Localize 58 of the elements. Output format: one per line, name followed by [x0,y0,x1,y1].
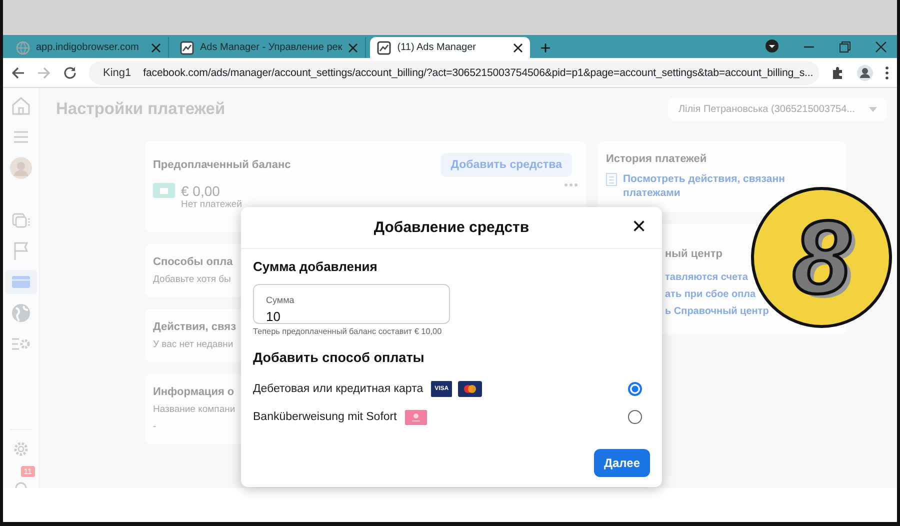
balance-amount: € 0,00 [181,183,221,199]
dialog-title: Добавление средств [374,219,530,236]
option-label: Banküberweisung mit Sofort [253,411,397,423]
app-icon [180,40,194,54]
section-heading: Сумма добавления [253,259,378,274]
bell-icon [14,480,28,488]
account-dropdown[interactable]: Лілія Петрановська (3065215003754... [668,98,887,121]
field-label: Сумма [266,295,294,305]
card-title: Действия, связ [153,321,236,333]
radio-button[interactable] [628,410,642,424]
notification-badge: 11 [20,466,35,477]
helper-text: Теперь предоплаченный баланс составит € 10,00 [253,327,443,336]
card-title: ный центр [665,248,722,260]
balance-note: Нет платежей [181,199,242,210]
card-title: История платежей [606,153,707,165]
section-heading: Добавить способ оплаты [253,350,426,365]
address-bar[interactable]: King1 facebook.com/ads/manager/account_settings/account_billing/?act=3065215003754506&pid=p1&page=account_settings&tab=account_billing_s... [89,60,819,84]
home-icon [10,95,32,117]
card-text: Добавьте хотя бы [153,274,231,285]
dropdown-icon[interactable] [765,39,779,53]
card-text: Название компани [153,404,236,415]
restore-icon[interactable] [839,41,851,53]
browser-tab[interactable]: (11) Ads Manager [370,37,530,58]
profile-label: King1 [103,66,132,78]
app-icon [377,40,392,54]
kebab-menu-icon[interactable] [885,66,889,80]
puzzle-icon[interactable] [831,66,845,80]
close-button[interactable]: × [630,215,648,239]
help-link[interactable]: тавляются счета [665,269,748,286]
globe-icon [10,302,32,324]
help-link[interactable]: ь Справочный центр [665,303,769,320]
settings-icon [12,440,30,458]
card-text: - [153,421,156,432]
help-link[interactable]: ать при сбое опла [665,286,756,304]
next-button[interactable]: Далее [594,449,650,477]
reload-icon[interactable] [63,66,77,80]
close-icon[interactable] [513,42,524,52]
card-text: У вас нет недавни [153,339,234,350]
card-title: Информация о [153,386,234,398]
history-link[interactable]: платежами [623,186,680,200]
card-title: Способы опла [153,256,233,268]
option-label: Дебетовая или кредитная карта [253,383,424,395]
radio-button[interactable] [628,382,642,396]
caret-icon [869,107,877,112]
amount-input[interactable]: 10 [266,309,437,324]
back-icon[interactable] [11,66,25,80]
sofort-logo [404,410,427,424]
card-title: Предоплаченный баланс [153,159,291,171]
avatar-icon [10,157,32,179]
amount-field[interactable]: Сумма 10 [253,284,450,324]
url-text: facebook.com/ads/manager/account_settings/account_billing/?act=3065215003754506&pid=p1&page=account_settings&tab=account_billing_s... [143,66,814,78]
history-link[interactable]: Посмотреть действия, связанн [623,173,785,187]
mastercard-logo [458,381,482,397]
profile-icon[interactable] [857,64,873,80]
document-icon [606,173,617,186]
new-tab-button[interactable]: + [534,37,557,58]
globe-icon [16,40,30,54]
wallet-icon [153,183,175,198]
